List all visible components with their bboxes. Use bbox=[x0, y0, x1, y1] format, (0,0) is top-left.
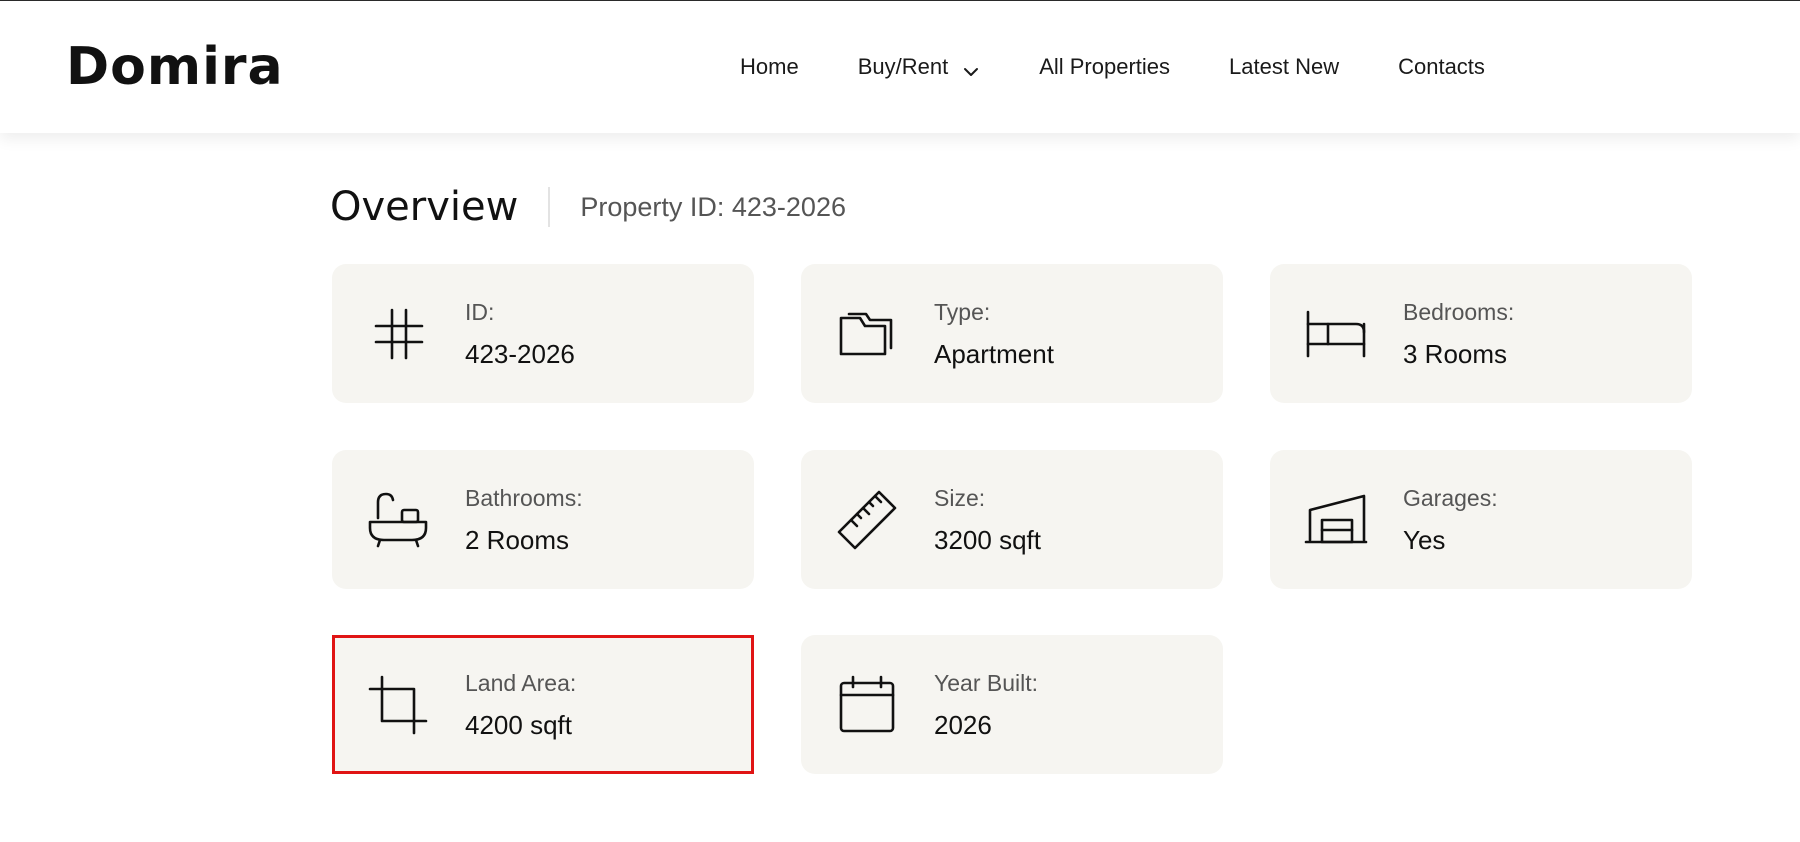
detail-value: Yes bbox=[1403, 525, 1446, 555]
garage-icon bbox=[1304, 488, 1368, 552]
detail-label: Garages: bbox=[1403, 485, 1498, 511]
logo[interactable]: Domira bbox=[66, 37, 284, 97]
detail-label: Bathrooms: bbox=[465, 485, 583, 511]
page-title: Overview bbox=[330, 184, 519, 230]
nav-latest-new-label: Latest New bbox=[1229, 54, 1340, 79]
detail-card-bathrooms: Bathrooms: 2 Rooms bbox=[332, 450, 754, 589]
detail-label: Bedrooms: bbox=[1403, 299, 1515, 325]
site-header: Domira Home Buy/Rent All Properties Late… bbox=[0, 1, 1800, 133]
detail-card-year-built: Year Built: 2026 bbox=[801, 635, 1223, 774]
nav-all-properties-label: All Properties bbox=[1039, 54, 1171, 79]
bed-icon bbox=[1304, 302, 1368, 366]
property-id-text: Property ID: 423-2026 bbox=[580, 192, 846, 222]
detail-card-garages: Garages: Yes bbox=[1270, 450, 1692, 589]
chevron-down-icon bbox=[962, 58, 980, 76]
nav-home[interactable]: Home bbox=[740, 51, 799, 83]
detail-label: ID: bbox=[465, 299, 495, 325]
detail-value: 2 Rooms bbox=[465, 525, 570, 555]
detail-card-type: Type: Apartment bbox=[801, 264, 1223, 403]
overview-heading: Overview Property ID: 423-2026 bbox=[330, 179, 846, 235]
nav-buy-rent[interactable]: Buy/Rent bbox=[858, 51, 981, 83]
detail-card-size: Size: 3200 sqft bbox=[801, 450, 1223, 589]
nav-home-label: Home bbox=[740, 54, 799, 79]
detail-card-land-area: Land Area: 4200 sqft bbox=[332, 635, 754, 774]
folder-icon bbox=[835, 302, 899, 366]
detail-card-id: ID: 423-2026 bbox=[332, 264, 754, 403]
detail-value: 423-2026 bbox=[465, 339, 575, 369]
detail-value: 2026 bbox=[934, 710, 992, 740]
detail-value: Apartment bbox=[934, 339, 1054, 369]
detail-label: Land Area: bbox=[465, 670, 577, 696]
crop-icon bbox=[366, 673, 430, 737]
detail-label: Size: bbox=[934, 485, 986, 511]
nav-latest-new[interactable]: Latest New bbox=[1229, 51, 1339, 83]
nav-contacts[interactable]: Contacts bbox=[1398, 51, 1485, 83]
nav-buy-rent-label: Buy/Rent bbox=[857, 54, 949, 79]
nav-contacts-label: Contacts bbox=[1398, 54, 1485, 79]
heading-divider bbox=[548, 187, 551, 227]
nav-all-properties[interactable]: All Properties bbox=[1039, 51, 1170, 83]
hash-icon bbox=[366, 302, 430, 366]
detail-value: 4200 sqft bbox=[465, 710, 572, 740]
bathtub-icon bbox=[366, 488, 430, 552]
ruler-icon bbox=[835, 488, 899, 552]
detail-label: Type: bbox=[934, 299, 991, 325]
detail-card-bedrooms: Bedrooms: 3 Rooms bbox=[1270, 264, 1692, 403]
detail-value: 3200 sqft bbox=[934, 525, 1041, 555]
detail-label: Year Built: bbox=[934, 670, 1038, 696]
detail-value: 3 Rooms bbox=[1403, 339, 1508, 369]
calendar-icon bbox=[835, 673, 899, 737]
main-nav: Home Buy/Rent All Properties Latest New … bbox=[740, 51, 1485, 83]
property-page: Domira Home Buy/Rent All Properties Late… bbox=[0, 0, 1800, 842]
